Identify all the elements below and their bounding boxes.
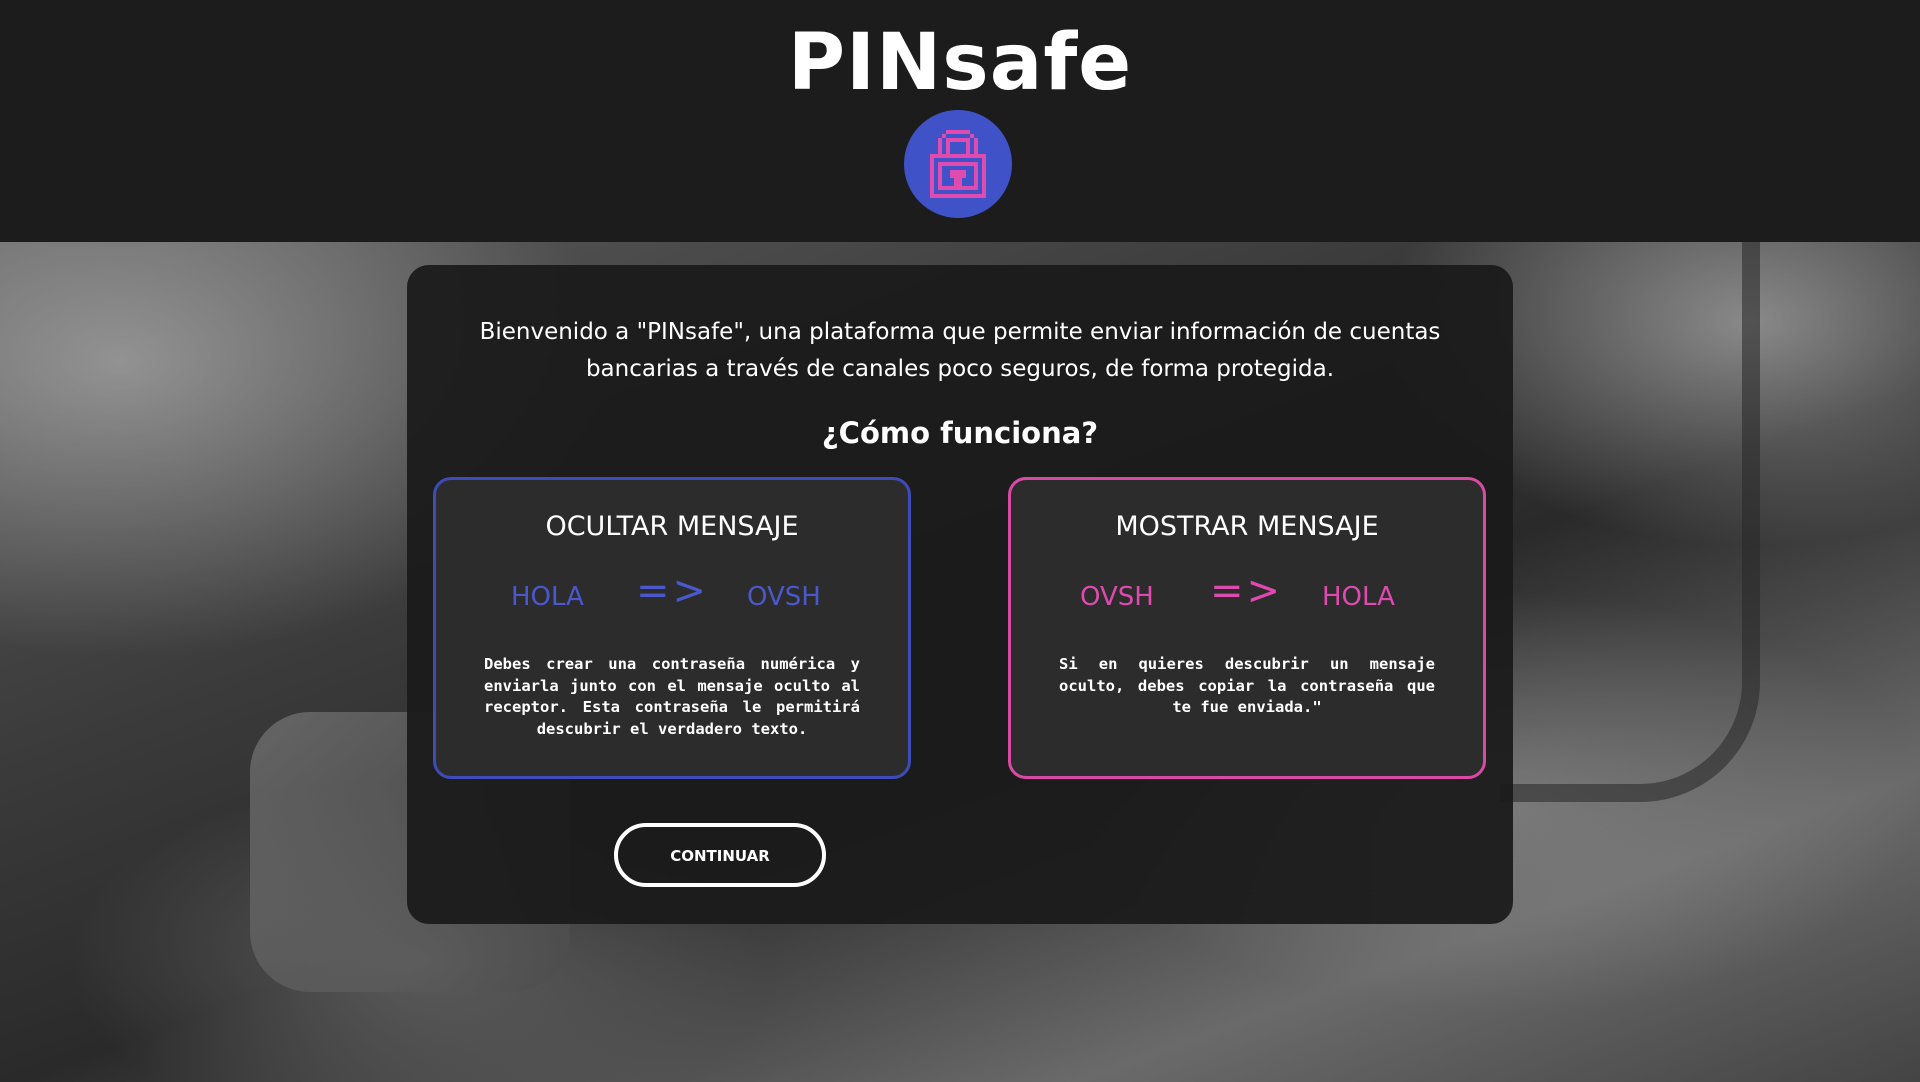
example-plain-text: HOLA: [511, 582, 584, 612]
example-cipher-text: OVSH: [1080, 582, 1154, 612]
show-message-card: MOSTRAR MENSAJE OVSH => HOLA Si en quier…: [1008, 477, 1486, 779]
site-title: PINsafe: [787, 18, 1133, 108]
card-title: MOSTRAR MENSAJE: [1115, 511, 1379, 542]
padlock-icon: [930, 130, 986, 198]
arrow-icon: =>: [1210, 568, 1284, 614]
credit-card-edge-decoration: [1500, 242, 1760, 802]
intro-text: Bienvenido a "PINsafe", una plataforma q…: [479, 319, 1441, 382]
intro-panel: Bienvenido a "PINsafe", una plataforma q…: [407, 265, 1513, 924]
site-header: PINsafe: [0, 0, 1920, 242]
card-description: Si en quieres descubrir un mensaje ocult…: [1059, 655, 1435, 716]
card-title: OCULTAR MENSAJE: [545, 511, 799, 542]
logo: [904, 110, 1012, 218]
hide-message-card: OCULTAR MENSAJE HOLA => OVSH Debes crear…: [433, 477, 911, 779]
example-plain-text: HOLA: [1322, 582, 1395, 612]
arrow-icon: =>: [636, 568, 710, 614]
card-description: Debes crear una contraseña numérica y en…: [484, 655, 860, 738]
continue-button[interactable]: CONTINUAR: [614, 823, 826, 887]
how-it-works-title: ¿Cómo funciona?: [821, 416, 1099, 450]
example-cipher-text: OVSH: [747, 582, 821, 612]
